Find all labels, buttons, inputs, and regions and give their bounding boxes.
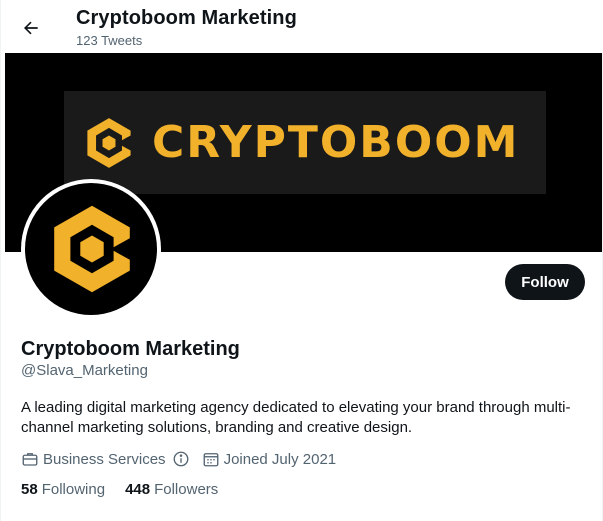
joined-item: Joined July 2021: [202, 450, 337, 468]
header-title: Cryptoboom Marketing: [76, 7, 297, 29]
profile-meta: Business Services Joined July 2021: [21, 449, 348, 469]
avatar-image: [25, 183, 157, 315]
profile-handle: @Slava_Marketing: [21, 362, 148, 379]
following-link[interactable]: 58 Following: [21, 481, 105, 498]
category-label: Business Services: [43, 450, 166, 468]
profile-stats: 58 Following 448 Followers: [21, 481, 238, 498]
cryptoboom-avatar-logo-icon: [54, 205, 130, 293]
banner-wordmark: CRYPTOBOOM: [152, 117, 520, 168]
profile-header: Cryptoboom Marketing 123 Tweets: [1, 0, 603, 53]
profile-name: Cryptoboom Marketing: [21, 338, 240, 360]
tweet-count: 123 Tweets: [76, 33, 143, 48]
back-button[interactable]: [15, 12, 47, 44]
profile-bio: A leading digital marketing agency dedic…: [21, 399, 571, 436]
briefcase-icon: [22, 453, 38, 466]
calendar-icon: [203, 453, 218, 467]
arrow-left-icon: [24, 21, 38, 35]
followers-link[interactable]: 448 Followers: [125, 481, 218, 498]
followers-count: 448: [125, 481, 151, 498]
followers-label: Followers: [154, 481, 219, 498]
category-item: Business Services: [21, 450, 190, 468]
following-label: Following: [41, 481, 106, 498]
cryptoboom-logo-icon: [87, 118, 131, 168]
profile-page: Cryptoboom Marketing 123 Tweets CRYPTOBO…: [0, 0, 603, 521]
following-count: 58: [21, 481, 38, 498]
joined-label: Joined July 2021: [223, 450, 337, 468]
avatar[interactable]: [21, 179, 161, 319]
banner-logo-panel: CRYPTOBOOM: [64, 91, 546, 194]
follow-button[interactable]: Follow: [505, 264, 585, 300]
info-icon[interactable]: [172, 450, 190, 468]
